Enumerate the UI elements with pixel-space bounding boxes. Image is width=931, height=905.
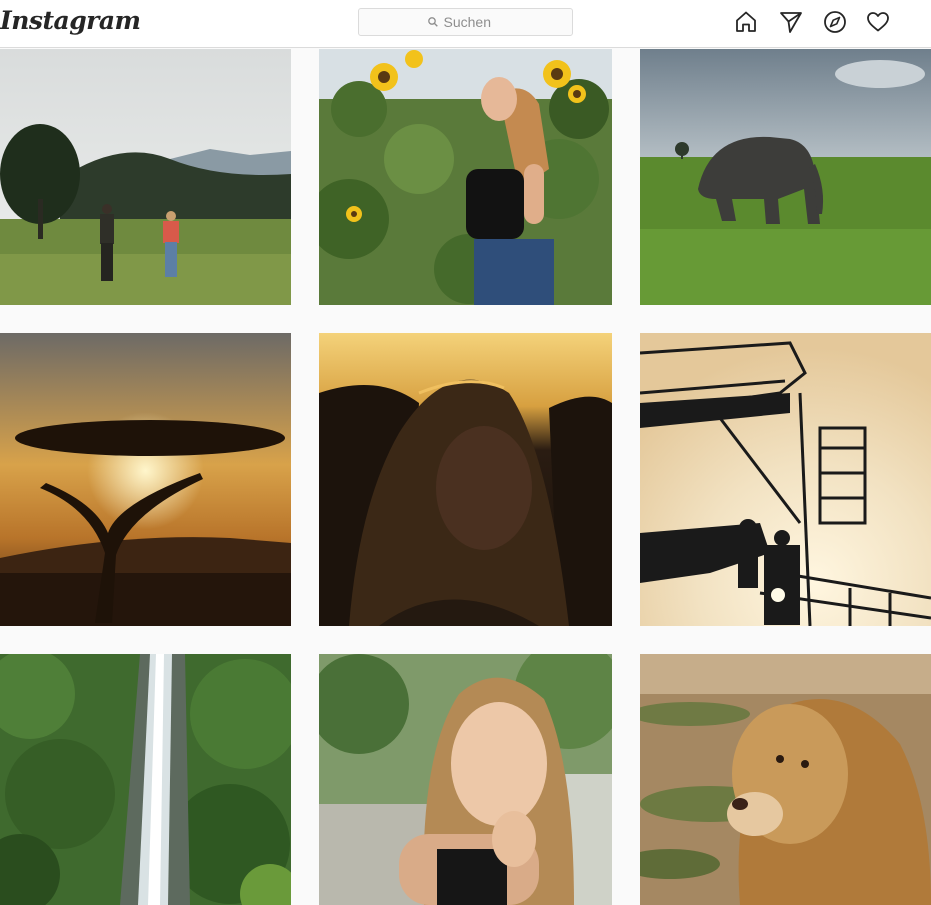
post-thumbnail-elephant[interactable] [640,49,931,305]
home-icon[interactable] [734,10,758,34]
post-thumbnail-backlit-portrait[interactable] [319,333,612,626]
post-thumbnail-lion[interactable] [640,654,931,905]
activity-heart-icon[interactable] [866,10,890,34]
instagram-logo[interactable]: Instagram [0,6,141,35]
search-box[interactable] [358,8,573,36]
post-thumbnail-sunflowers-portrait[interactable] [319,49,612,305]
post-thumbnail-safari-walk[interactable] [0,49,291,305]
post-thumbnail-smiling-portrait[interactable] [319,654,612,905]
direct-message-icon[interactable] [779,10,803,34]
explore-icon[interactable] [823,10,847,34]
search-icon [427,17,438,27]
post-thumbnail-watchtower-silhouette[interactable] [640,333,931,626]
search-input[interactable] [443,14,504,30]
post-thumbnail-waterfall[interactable] [0,654,291,905]
top-navigation-bar: Instagram [0,0,931,48]
post-thumbnail-acacia-sunset[interactable] [0,333,291,626]
